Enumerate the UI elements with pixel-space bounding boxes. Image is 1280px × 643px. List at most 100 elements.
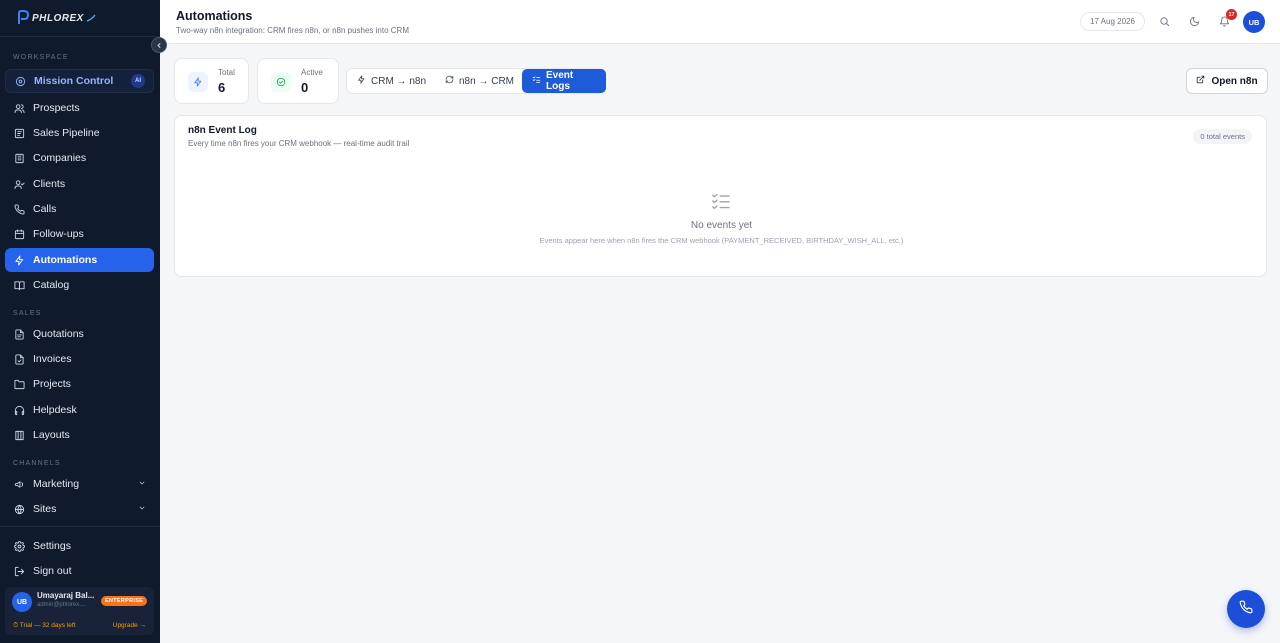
sidebar-collapse-button[interactable] [151, 37, 167, 53]
sidebar-item-sign-out[interactable]: Sign out [5, 559, 154, 583]
section-label-workspace: WORKSPACE [13, 54, 69, 61]
trial-status: ⏱ Trial — 32 days left [13, 622, 76, 629]
sidebar-item-settings[interactable]: Settings [5, 534, 154, 558]
empty-state-subtitle: Events appear here when n8n fires the CR… [539, 236, 904, 245]
sidebar-item-marketing[interactable]: Marketing [5, 472, 154, 496]
top-header: Automations Two-way n8n integration: CRM… [160, 0, 1280, 44]
pipeline-icon [13, 127, 25, 139]
sidebar-item-calls[interactable]: Calls [5, 197, 154, 221]
phone-icon [1239, 600, 1253, 619]
sidebar: PHLOREX WORKSPACE Mission Control AI Pro… [0, 0, 167, 643]
calendar-icon [13, 228, 25, 240]
sidebar-item-catalog[interactable]: Catalog [5, 273, 154, 297]
megaphone-icon [13, 478, 25, 490]
target-icon [14, 75, 26, 87]
sidebar-item-label: Settings [33, 540, 71, 552]
sidebar-item-label: Automations [33, 254, 98, 266]
user-name: Umayaraj Bal... [37, 591, 95, 600]
stat-label: Active [301, 68, 323, 77]
building-icon [13, 152, 25, 164]
avatar[interactable]: UB [1243, 11, 1265, 33]
stat-value: 0 [301, 80, 309, 95]
sidebar-item-mission-control[interactable]: Mission Control AI [5, 69, 154, 93]
phone-icon [13, 203, 25, 215]
sidebar-item-sales-pipeline[interactable]: Sales Pipeline [5, 121, 154, 145]
bolt-icon [13, 254, 25, 266]
folder-icon [13, 378, 25, 390]
tab-label: n8n → CRM [459, 75, 515, 87]
tab-label: CRM → n8n [371, 75, 427, 87]
sidebar-item-layouts[interactable]: Layouts [5, 423, 154, 447]
headset-icon [13, 404, 25, 416]
sidebar-divider [0, 526, 160, 527]
sidebar-item-projects[interactable]: Projects [5, 372, 154, 396]
sidebar-item-prospects[interactable]: Prospects [5, 96, 154, 120]
sidebar-item-follow-ups[interactable]: Follow-ups [5, 222, 154, 246]
notification-count-badge: 17 [1226, 9, 1237, 20]
file-icon [13, 353, 25, 365]
chevron-down-icon [138, 478, 146, 490]
stat-card-total: Total 6 [174, 58, 249, 104]
logout-icon [13, 565, 25, 577]
sidebar-item-quotations[interactable]: Quotations [5, 322, 154, 346]
card-title: n8n Event Log [188, 125, 257, 136]
sidebar-item-sites[interactable]: Sites [5, 497, 154, 521]
logo-swoosh-icon [86, 14, 96, 22]
sidebar-item-label: Clients [33, 178, 66, 190]
sidebar-item-automations[interactable]: Automations [5, 248, 154, 272]
tab-n8n-to-crm[interactable]: n8n → CRM [435, 69, 524, 93]
check-circle-icon [271, 72, 291, 92]
tab-event-logs[interactable]: Event Logs [522, 69, 606, 93]
chevron-left-icon [156, 42, 161, 48]
users-icon [13, 102, 25, 114]
sidebar-item-label: Sites [33, 503, 57, 515]
sidebar-item-label: Follow-ups [33, 228, 84, 240]
user-check-icon [13, 178, 25, 190]
integration-tabs: CRM → n8n n8n → CRM Event Logs [346, 68, 606, 94]
sidebar-item-label: Mission Control [34, 75, 114, 87]
sidebar-item-companies[interactable]: Companies [5, 146, 154, 170]
sidebar-item-label: Helpdesk [33, 404, 77, 416]
date-pill: 17 Aug 2026 [1080, 12, 1145, 31]
open-n8n-button[interactable]: Open n8n [1186, 68, 1268, 94]
call-fab-button[interactable] [1227, 590, 1265, 628]
globe-icon [13, 503, 25, 515]
sidebar-item-label: Calls [33, 203, 57, 215]
sidebar-item-label: Marketing [33, 478, 80, 490]
sidebar-item-label: Invoices [33, 353, 72, 365]
user-email: admin@phlorex.... [37, 602, 86, 608]
bolt-icon [357, 75, 366, 87]
sidebar-item-label: Prospects [33, 102, 80, 114]
tab-crm-to-n8n[interactable]: CRM → n8n [347, 69, 436, 93]
button-label: Open n8n [1211, 75, 1258, 87]
stat-card-active: Active 0 [257, 58, 339, 104]
gear-icon [13, 540, 25, 552]
list-check-icon [711, 192, 731, 210]
sidebar-item-label: Catalog [33, 279, 70, 291]
upgrade-link[interactable]: Upgrade → [113, 622, 146, 629]
list-check-icon [532, 75, 541, 87]
sidebar-item-invoices[interactable]: Invoices [5, 347, 154, 371]
refresh-icon [445, 75, 454, 87]
plan-badge: ENTERPRISE [101, 596, 148, 606]
sidebar-item-helpdesk[interactable]: Helpdesk [5, 398, 154, 422]
sidebar-item-label: Quotations [33, 328, 84, 340]
chevron-down-icon [138, 503, 146, 515]
empty-state-title: No events yet [690, 220, 753, 231]
section-label-sales: SALES [13, 310, 42, 317]
sidebar-item-label: Projects [33, 378, 71, 390]
moon-icon[interactable] [1187, 14, 1201, 28]
user-card[interactable]: UB Umayaraj Bal... admin@phlorex.... ENT… [5, 587, 154, 635]
bolt-icon [188, 72, 208, 92]
sidebar-item-clients[interactable]: Clients [5, 172, 154, 196]
avatar: UB [12, 592, 32, 612]
stat-label: Total [218, 68, 235, 77]
sidebar-item-label: Layouts [33, 429, 70, 441]
search-icon[interactable] [1157, 14, 1171, 28]
external-link-icon [1196, 75, 1205, 87]
stat-value: 6 [218, 80, 226, 95]
brand-logo[interactable]: PHLOREX [0, 0, 160, 37]
tab-label: Event Logs [546, 70, 574, 92]
sidebar-item-label: Companies [33, 152, 87, 164]
layout-icon [13, 429, 25, 441]
